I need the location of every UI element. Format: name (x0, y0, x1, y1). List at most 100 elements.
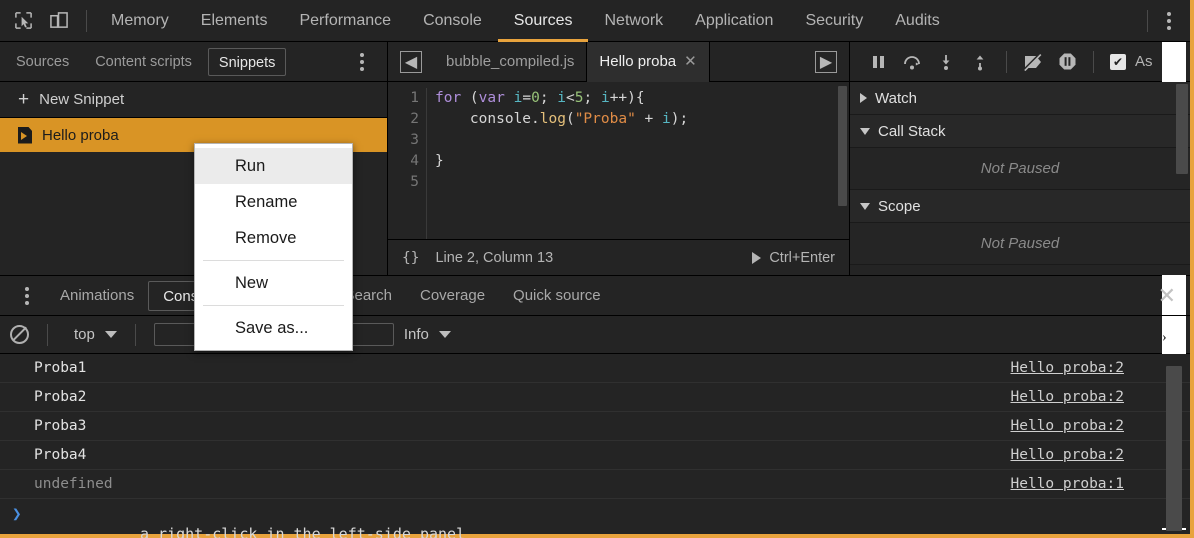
drawer-tab-animations[interactable]: Animations (46, 281, 148, 311)
console-source-link[interactable]: Hello proba:2 (1011, 360, 1125, 376)
context-menu-item-rename[interactable]: Rename (195, 184, 352, 220)
context-menu-item-new[interactable]: New (195, 265, 352, 301)
line-number: 2 (410, 111, 419, 127)
device-toolbar-icon[interactable] (46, 8, 72, 34)
tab-memory[interactable]: Memory (95, 0, 185, 42)
script-file-icon (18, 126, 32, 144)
editor-scrollbar[interactable] (838, 86, 847, 206)
close-drawer-icon[interactable]: ✕ (1158, 284, 1176, 307)
step-into-button[interactable] (930, 47, 962, 77)
editor-status-bar: {} Line 2, Column 13 Ctrl+Enter (388, 239, 849, 275)
code-token: log (539, 111, 566, 127)
nav-tab-content-scripts[interactable]: Content scripts (85, 48, 202, 76)
section-scope[interactable]: Scope (850, 190, 1190, 223)
console-message: Proba1 Hello proba:2 (0, 354, 1190, 383)
console-prompt[interactable]: ❯ (0, 499, 1190, 528)
clear-console-icon[interactable] (10, 325, 29, 344)
console-source-link[interactable]: Hello proba:2 (1011, 447, 1125, 463)
page-fragment: › (1162, 330, 1167, 345)
new-snippet-label: New Snippet (39, 91, 125, 108)
tab-application[interactable]: Application (679, 0, 789, 42)
code-editor[interactable]: 1 2 3 4 5 for (var i=0; i<5; i++){ conso… (388, 82, 849, 239)
editor-tab-bubble-compiled[interactable]: bubble_compiled.js (434, 42, 586, 82)
console-scrollbar[interactable] (1166, 366, 1182, 531)
code-text[interactable]: for (var i=0; i<5; i++){ console.log("Pr… (426, 88, 849, 239)
plus-icon: + (18, 89, 30, 110)
drawer-more-kebab-icon[interactable] (14, 281, 40, 311)
navigator-tab-strip: Sources Content scripts Snippets (0, 42, 388, 81)
debugger-sidebar: Watch Call Stack Not Paused Scope Not Pa… (850, 82, 1190, 275)
context-menu-item-remove[interactable]: Remove (195, 220, 352, 256)
tab-security[interactable]: Security (789, 0, 879, 42)
code-token: console. (435, 111, 540, 127)
code-token: } (435, 153, 444, 169)
run-snippet-hint[interactable]: Ctrl+Enter (752, 250, 835, 266)
pretty-print-icon[interactable]: {} (402, 250, 419, 266)
pause-script-button[interactable] (862, 47, 894, 77)
new-snippet-button[interactable]: + New Snippet (0, 82, 387, 118)
chevron-down-icon (860, 202, 870, 210)
execution-context-value[interactable]: top (66, 326, 95, 343)
code-line: for (var i=0; i<5; i++){ (435, 88, 849, 109)
tab-audits[interactable]: Audits (879, 0, 955, 42)
console-message: Proba2 Hello proba:2 (0, 383, 1190, 412)
main-menu-kebab-icon[interactable] (1156, 6, 1182, 36)
close-icon[interactable]: ✕ (684, 42, 697, 82)
line-number: 4 (410, 153, 419, 169)
drawer-tab-coverage[interactable]: Coverage (406, 281, 499, 311)
debugger-divider (1006, 50, 1007, 73)
editor-tab-label: bubble_compiled.js (446, 52, 575, 70)
code-token: i (662, 111, 671, 127)
drawer-tab-strip: Animations Console Rendering Search Cove… (0, 276, 1190, 316)
console-drawer: Animations Console Rendering Search Cove… (0, 275, 1190, 531)
code-token: i (557, 90, 567, 106)
toolbar-icon-group (0, 8, 78, 34)
debugger-scrollbar[interactable] (1176, 84, 1188, 174)
context-menu-item-save-as[interactable]: Save as... (195, 310, 352, 346)
async-checkbox[interactable]: ✔ (1110, 53, 1126, 70)
cutoff-page-text: a right-click in the left-side panel (140, 525, 466, 538)
section-title: Scope (878, 197, 921, 215)
console-source-link[interactable]: Hello proba:1 (1011, 476, 1125, 492)
code-token: ); (670, 111, 689, 127)
section-title: Call Stack (878, 122, 946, 140)
pause-on-exceptions-button[interactable] (1051, 47, 1083, 77)
snippet-label: Hello proba (42, 126, 119, 144)
editor-tab-label: Hello proba (599, 52, 677, 70)
section-call-stack[interactable]: Call Stack (850, 115, 1190, 148)
console-filter-bar: top Info (0, 316, 1190, 354)
deactivate-breakpoints-button[interactable] (1017, 47, 1049, 77)
context-menu-item-run[interactable]: Run (195, 148, 352, 184)
chevron-down-icon[interactable] (104, 331, 117, 338)
console-source-link[interactable]: Hello proba:2 (1011, 418, 1125, 434)
navigator-more-kebab-icon[interactable] (349, 47, 375, 77)
panel-tab-strip: Memory Elements Performance Console Sour… (95, 0, 956, 42)
code-token: + (635, 111, 663, 127)
tab-network[interactable]: Network (588, 0, 679, 42)
nav-tab-sources[interactable]: Sources (6, 48, 79, 76)
nav-tab-snippets[interactable]: Snippets (207, 47, 287, 76)
tab-console[interactable]: Console (407, 0, 498, 42)
scroll-tabs-right-icon[interactable]: ▶ (815, 50, 837, 73)
code-line: } (435, 151, 849, 172)
async-label: As (1135, 53, 1153, 70)
console-message-text: Proba1 (34, 360, 87, 376)
tab-sources[interactable]: Sources (498, 0, 589, 42)
chevron-down-icon[interactable] (438, 331, 451, 338)
step-over-button[interactable] (896, 47, 928, 77)
scroll-tabs-left-icon[interactable]: ◀ (400, 50, 422, 73)
scope-body: Not Paused (850, 223, 1190, 265)
run-triangle-icon (752, 251, 762, 264)
drawer-tab-quick-source[interactable]: Quick source (499, 281, 615, 311)
step-out-button[interactable] (964, 47, 996, 77)
filter-divider (47, 323, 48, 346)
tab-elements[interactable]: Elements (185, 0, 284, 42)
console-source-link[interactable]: Hello proba:2 (1011, 389, 1125, 405)
editor-tab-hello-proba[interactable]: Hello proba ✕ (586, 41, 710, 82)
tab-performance[interactable]: Performance (283, 0, 407, 42)
line-number-gutter: 1 2 3 4 5 (388, 88, 426, 239)
log-level-value[interactable]: Info (404, 326, 429, 343)
section-watch[interactable]: Watch (850, 82, 1190, 115)
inspect-element-icon[interactable] (10, 8, 36, 34)
